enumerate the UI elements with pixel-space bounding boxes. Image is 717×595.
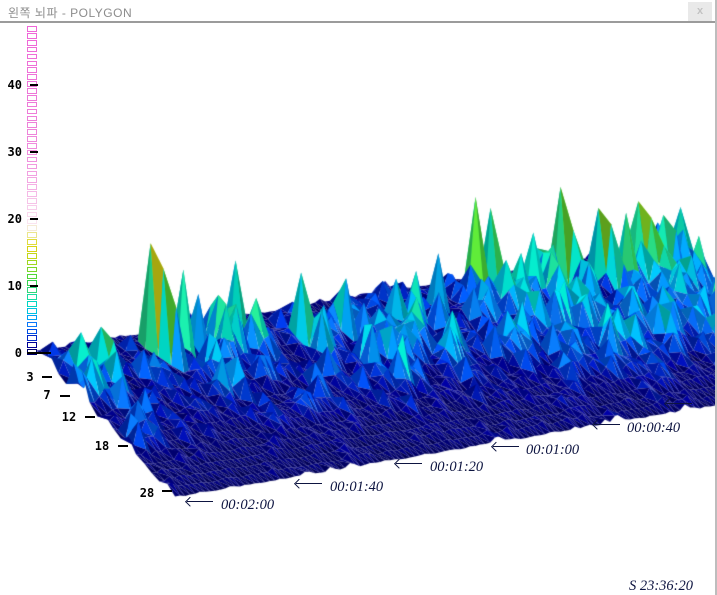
time-arrow-icon [492, 442, 520, 451]
time-tick-label: 00:00:40 [627, 420, 681, 436]
color-scale-cell [27, 46, 37, 53]
color-scale-cell [27, 26, 37, 32]
freq-tick-mark [118, 445, 128, 447]
color-scale-cell [27, 342, 37, 348]
freq-tick-mark [162, 490, 172, 492]
color-scale-cell [27, 39, 37, 46]
time-arrow-icon [665, 399, 693, 408]
color-scale-cell [27, 328, 37, 335]
color-scale-cell [27, 259, 37, 266]
color-scale-cell [27, 115, 37, 122]
amp-tick-label: 40 [7, 78, 22, 92]
color-scale-cell [27, 74, 37, 80]
time-tick-label: 00:01:20 [430, 459, 484, 475]
time-arrow-icon [295, 479, 323, 488]
color-scale-cell [27, 266, 37, 273]
color-scale-cell [27, 314, 37, 321]
color-scale-cell [27, 177, 37, 183]
color-scale-cell [27, 232, 37, 238]
time-arrow-icon [395, 459, 423, 468]
color-scale-cell [27, 287, 37, 293]
color-scale-cell [27, 211, 37, 218]
color-scale-cell [27, 301, 37, 307]
color-scale-cell [27, 273, 37, 280]
freq-tick-label: 3 [26, 370, 34, 384]
color-scale-cell [27, 67, 37, 74]
amp-tick-label: 30 [7, 145, 22, 159]
freq-tick-label: 12 [61, 410, 77, 424]
color-scale-cell [27, 170, 37, 177]
freq-tick-mark [42, 376, 52, 378]
color-scale-cell [27, 294, 37, 300]
amp-tick-label: 10 [7, 279, 22, 293]
color-scale-cell [27, 191, 37, 197]
session-start-label: S 23:36:20 [628, 578, 693, 594]
color-scale-cell [27, 101, 37, 108]
polygon-surface-canvas [0, 23, 717, 595]
amp-tick-mark [30, 84, 38, 86]
color-scale-cell [27, 246, 37, 252]
time-arrow-icon [593, 420, 621, 429]
color-scale-cell [27, 163, 37, 170]
color-scale-cell [27, 307, 37, 314]
close-button[interactable]: x [688, 2, 712, 21]
time-tick-label: 00:01:40 [330, 479, 384, 495]
color-scale-cell [27, 239, 37, 245]
color-scale-cell [27, 252, 37, 259]
amp-tick-label: 20 [7, 212, 22, 226]
color-scale-cell [27, 129, 37, 135]
amp-tick-label: 0 [14, 346, 22, 360]
freq-tick-label: 18 [94, 439, 110, 453]
time-arrow-icon [186, 497, 214, 506]
color-scale-cell [27, 88, 37, 94]
time-tick-label: 00:01:00 [526, 442, 580, 458]
amp-tick-mark [30, 218, 38, 220]
amp-tick-mark [30, 151, 38, 153]
window-title: 왼쪽 뇌파 - POLYGON [8, 6, 133, 20]
session-time-block: S 23:36:20 E 23:38:21 [627, 576, 693, 595]
freq-tick-mark [85, 416, 95, 418]
color-scale-cell [27, 53, 37, 60]
color-scale-cell [27, 184, 37, 190]
color-scale-cell [27, 321, 37, 328]
window-titlebar[interactable]: 왼쪽 뇌파 - POLYGON x [0, 0, 717, 23]
amp-tick-mark [30, 285, 38, 287]
amp-tick-mark [27, 352, 51, 354]
color-scale-cell [27, 143, 37, 149]
eeg-polygon-window: 왼쪽 뇌파 - POLYGON x 0 10 20 30 40 3 7 12 18 28 00:02… [0, 0, 717, 595]
color-scale-cell [27, 94, 37, 101]
color-scale-cell [27, 156, 37, 163]
freq-tick-label: 7 [43, 388, 51, 402]
color-scale-cell [27, 108, 37, 115]
color-scale-cell [27, 136, 37, 142]
color-scale-cell [27, 33, 37, 39]
color-scale-cell [27, 60, 37, 67]
freq-tick-mark [60, 395, 70, 397]
color-scale-cell [27, 225, 37, 232]
freq-tick-label: 28 [139, 486, 155, 500]
close-icon: x [696, 5, 704, 17]
color-scale-cell [27, 204, 37, 211]
plot-area: 0 10 20 30 40 3 7 12 18 28 00:02:00 00:01:40 00:01:2… [0, 23, 717, 595]
color-scale-cell [27, 197, 37, 204]
time-tick-label: 00:02:00 [221, 497, 275, 513]
color-scale-cell [27, 122, 37, 128]
color-scale-cell [27, 335, 37, 341]
